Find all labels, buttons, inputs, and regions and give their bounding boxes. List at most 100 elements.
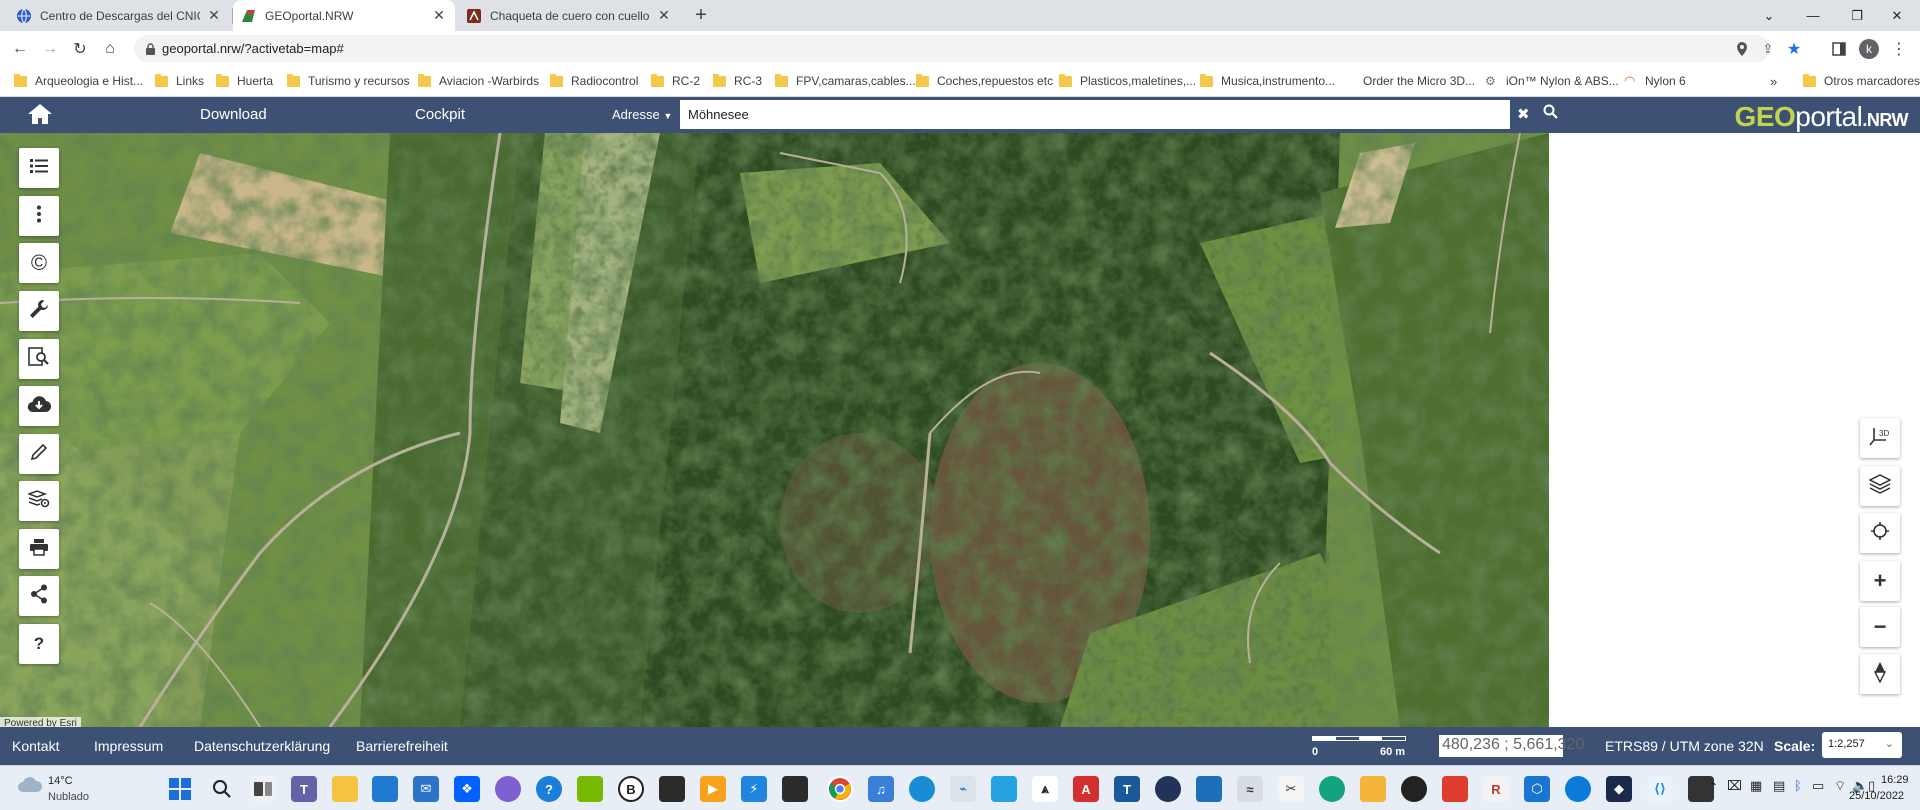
bookmark-item[interactable]: RC-2 xyxy=(651,72,700,90)
copyright-button[interactable]: © xyxy=(19,243,59,283)
app-icon-blue[interactable]: ⚡ xyxy=(741,776,767,802)
media-player-icon[interactable]: ▶ xyxy=(700,776,726,802)
home-button[interactable]: ⌂ xyxy=(97,36,123,62)
dropbox-icon[interactable]: ❖ xyxy=(454,776,480,802)
close-window-button[interactable]: ✕ xyxy=(1874,0,1920,31)
zoom-in-button[interactable]: + xyxy=(1860,561,1900,601)
tray-app-icon[interactable]: ▤ xyxy=(1773,778,1785,794)
forward-button[interactable]: → xyxy=(37,36,63,62)
sidebar-toggle-icon[interactable] xyxy=(1826,36,1852,62)
app-icon-diamond[interactable]: ◆ xyxy=(1606,776,1632,802)
clock-date[interactable]: 25/10/2022 xyxy=(1849,790,1904,802)
profile-avatar[interactable]: k xyxy=(1856,36,1882,62)
close-icon[interactable]: ✕ xyxy=(431,7,447,24)
nav-download[interactable]: Download xyxy=(200,106,267,123)
clear-search-icon[interactable]: ✖ xyxy=(1517,105,1530,123)
music-icon[interactable]: ♫ xyxy=(868,776,894,802)
bookmark-item[interactable]: Arqueologia e Hist... xyxy=(14,72,143,90)
back-button[interactable]: ← xyxy=(7,36,33,62)
print-button[interactable] xyxy=(19,529,59,569)
layer-settings-button[interactable] xyxy=(19,481,59,521)
bookmark-star-icon[interactable]: ★ xyxy=(1784,39,1804,59)
layers-button[interactable] xyxy=(1860,466,1900,506)
share-page-icon[interactable]: ⇪ xyxy=(1758,39,1778,59)
tab-geoportal[interactable]: GEOportal.NRW ✕ xyxy=(233,0,455,31)
search-icon[interactable] xyxy=(209,776,235,802)
bookmark-item[interactable]: Plasticos,maletines,... xyxy=(1059,72,1196,90)
lock-icon[interactable] xyxy=(140,39,160,59)
help-button[interactable]: ? xyxy=(19,624,59,664)
bookmark-item[interactable]: ⚙ iOn™ Nylon & ABS... xyxy=(1485,72,1619,90)
download-button[interactable] xyxy=(19,386,59,426)
legend-button[interactable] xyxy=(19,148,59,188)
bookmark-item[interactable]: Coches,repuestos etc xyxy=(916,72,1053,90)
locate-button[interactable] xyxy=(1860,513,1900,553)
bookmark-item[interactable]: FPV,camaras,cables... xyxy=(775,72,916,90)
footer-link-kontakt[interactable]: Kontakt xyxy=(12,738,59,754)
app-icon-wave[interactable]: ≈ xyxy=(1237,776,1263,802)
chrome-icon[interactable] xyxy=(827,776,853,802)
app-icon-r[interactable]: R xyxy=(1483,776,1509,802)
footer-link-impressum[interactable]: Impressum xyxy=(94,738,163,754)
bookmark-item[interactable]: Links xyxy=(155,72,204,90)
vscode-icon[interactable]: ⟨⟩ xyxy=(1647,776,1673,802)
clock-time[interactable]: 16:29 xyxy=(1881,774,1909,786)
tab-cnig[interactable]: Centro de Descargas del CNIG (I ✕ xyxy=(8,0,230,31)
more-options-button[interactable] xyxy=(19,196,59,236)
app-icon-tools[interactable]: ✂ xyxy=(1278,776,1304,802)
mail-icon[interactable]: ✉ xyxy=(413,776,439,802)
nvidia-icon[interactable] xyxy=(577,776,603,802)
app-icon-dark[interactable] xyxy=(659,776,685,802)
app-icon-green[interactable] xyxy=(1319,776,1345,802)
wifi-icon[interactable]: ⌔ xyxy=(1834,778,1846,794)
pdf-icon[interactable]: A xyxy=(1073,776,1099,802)
app-icon-window[interactable] xyxy=(782,776,808,802)
search-icon[interactable] xyxy=(1543,104,1558,123)
3d-view-button[interactable]: 3D xyxy=(1860,418,1900,458)
app-icon-navy[interactable] xyxy=(1155,776,1181,802)
bookmark-item[interactable]: Order the Micro 3D... xyxy=(1342,72,1475,90)
draw-button[interactable] xyxy=(19,434,59,474)
close-icon[interactable]: ✕ xyxy=(206,7,222,24)
store-icon[interactable] xyxy=(372,776,398,802)
notepad-icon[interactable] xyxy=(991,776,1017,802)
tray-app-icon[interactable]: ▦ xyxy=(1750,778,1762,794)
bookmark-item[interactable]: Aviacion -Warbirds xyxy=(418,72,539,90)
windows-start-icon[interactable] xyxy=(167,776,193,802)
bookmark-item[interactable]: Radiocontrol xyxy=(550,72,638,90)
map-canvas[interactable]: Powered by Esri xyxy=(0,133,1549,727)
zoom-out-button[interactable]: − xyxy=(1860,607,1900,647)
address-bar[interactable]: geoportal.nrw/?activetab=map# ⇪ ★ xyxy=(134,35,1801,62)
app-icon-hex[interactable]: ⬡ xyxy=(1524,776,1550,802)
compass-button[interactable] xyxy=(1860,654,1900,694)
tray-chevron-icon[interactable]: ⌃ xyxy=(1707,779,1719,796)
nav-cockpit[interactable]: Cockpit xyxy=(415,106,465,123)
footer-link-datenschutz[interactable]: Datenschutzerklärung xyxy=(194,738,330,754)
app-icon-b[interactable]: B xyxy=(618,776,644,802)
app-icon-light[interactable]: ⌁ xyxy=(950,776,976,802)
bluetooth-icon[interactable]: ᛒ xyxy=(1794,778,1802,793)
location-pin-icon[interactable] xyxy=(1732,39,1752,59)
edge-icon[interactable] xyxy=(1565,776,1591,802)
tab-chaqueta[interactable]: Chaqueta de cuero con cuello al ✕ xyxy=(458,0,680,31)
task-view-icon[interactable] xyxy=(250,776,276,802)
teams-icon[interactable]: T xyxy=(291,776,317,802)
app-icon-t[interactable]: T xyxy=(1114,776,1140,802)
tools-button[interactable] xyxy=(19,291,59,331)
photos-icon[interactable] xyxy=(1196,776,1222,802)
share-button[interactable] xyxy=(19,576,59,616)
bookmarks-overflow-button[interactable]: » xyxy=(1770,72,1777,90)
app-icon-gold[interactable] xyxy=(1360,776,1386,802)
other-bookmarks-folder[interactable]: Otros marcadores xyxy=(1803,72,1920,90)
app-icon-black[interactable] xyxy=(1401,776,1427,802)
bookmark-item[interactable]: ◠ Nylon 6 xyxy=(1624,72,1686,90)
address-search-input[interactable] xyxy=(680,100,1510,129)
weather-cloud-icon[interactable] xyxy=(16,774,44,799)
scale-select[interactable]: 1:2,257 ⌄ xyxy=(1822,732,1902,758)
search-document-button[interactable] xyxy=(19,339,59,379)
tray-app-icon[interactable]: ▭ xyxy=(1812,778,1824,794)
tab-search-chevron-icon[interactable]: ⌄ xyxy=(1746,0,1792,31)
app-icon-red[interactable] xyxy=(1442,776,1468,802)
app-icon-a[interactable]: ⩓ xyxy=(1032,776,1058,802)
tray-app-icon[interactable]: ⌧ xyxy=(1727,778,1742,794)
